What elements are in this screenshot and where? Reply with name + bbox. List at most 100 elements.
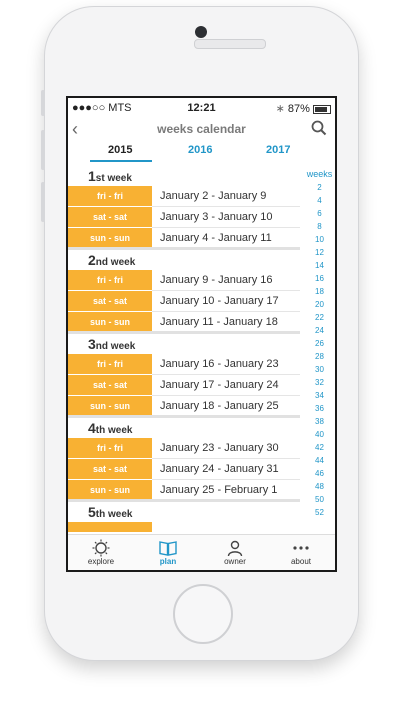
tab-plan[interactable]: plan [135, 535, 201, 566]
page-title: weeks calendar [157, 122, 246, 136]
list-item[interactable]: fri - fri January 16 - January 23 [68, 354, 304, 375]
tab-owner[interactable]: owner [202, 535, 268, 566]
list-item[interactable]: sat - sat January 24 - January 31 [68, 459, 304, 480]
week-index-number[interactable]: 36 [304, 402, 335, 415]
week-index-number[interactable]: 32 [304, 376, 335, 389]
screen: ●●●○○ MTS 12:21 ∗ 87% ‹ weeks calendar 2… [66, 96, 337, 572]
week-title: 4th week [88, 420, 133, 436]
list-item-partial[interactable] [68, 522, 304, 532]
side-button-volume-down [41, 182, 45, 222]
tab-2015[interactable]: 2015 [108, 144, 132, 156]
status-bar: ●●●○○ MTS 12:21 ∗ 87% [68, 98, 335, 118]
day-range-label: sat - sat [68, 459, 152, 479]
day-range-label: fri - fri [68, 354, 152, 374]
week-index-number[interactable]: 14 [304, 259, 335, 272]
year-tabs: 2015 2016 2017 [68, 144, 335, 164]
week-index-number[interactable]: 28 [304, 350, 335, 363]
date-range: January 11 - January 18 [160, 316, 278, 328]
day-range-label: sun - sun [68, 228, 152, 248]
week-index-number[interactable]: 26 [304, 337, 335, 350]
tab-label: plan [159, 557, 177, 566]
week-index-number[interactable]: 22 [304, 311, 335, 324]
list-item[interactable]: sat - sat January 10 - January 17 [68, 291, 304, 312]
week-title: 3nd week [88, 336, 136, 352]
day-range-label: fri - fri [68, 438, 152, 458]
date-range: January 18 - January 25 [160, 400, 279, 412]
week-index-number[interactable]: 4 [304, 194, 335, 207]
weeks-list[interactable]: 1st week fri - fri January 2 - January 9 … [68, 166, 304, 532]
week-index-number[interactable]: 12 [304, 246, 335, 259]
date-range: January 10 - January 17 [160, 295, 279, 307]
tab-label: owner [224, 557, 246, 566]
day-range-label: fri - fri [68, 186, 152, 206]
week-index-number[interactable]: 30 [304, 363, 335, 376]
date-range: January 16 - January 23 [160, 358, 279, 370]
date-range: January 4 - January 11 [160, 232, 272, 244]
day-range-label: sat - sat [68, 291, 152, 311]
book-icon [159, 541, 177, 556]
week-section: 2nd week fri - fri January 9 - January 16… [68, 250, 304, 334]
week-index-number[interactable]: 50 [304, 493, 335, 506]
day-range-label: sun - sun [68, 312, 152, 332]
date-range: January 24 - January 31 [160, 463, 279, 475]
tab-2016[interactable]: 2016 [188, 144, 212, 156]
day-range-label [68, 522, 152, 532]
list-item[interactable]: sun - sun January 18 - January 25 [68, 396, 304, 416]
tab-label: about [290, 557, 312, 566]
week-title: 5th week [88, 504, 133, 520]
week-index-number[interactable]: 46 [304, 467, 335, 480]
week-index-number[interactable]: 34 [304, 389, 335, 402]
bluetooth-icon: ∗ [275, 103, 285, 115]
list-item[interactable]: sat - sat January 17 - January 24 [68, 375, 304, 396]
date-range: January 2 - January 9 [160, 190, 267, 202]
week-index-number[interactable]: 48 [304, 480, 335, 493]
list-item[interactable]: fri - fri January 2 - January 9 [68, 186, 304, 207]
week-index-number[interactable]: 24 [304, 324, 335, 337]
tab-indicator [90, 160, 152, 162]
battery-icon [313, 104, 331, 114]
nav-bar: ‹ weeks calendar [68, 118, 335, 142]
week-index-number[interactable]: 52 [304, 506, 335, 519]
list-item[interactable]: sun - sun January 4 - January 11 [68, 228, 304, 248]
day-range-label: sat - sat [68, 207, 152, 227]
week-section: 4th week fri - fri January 23 - January 3… [68, 418, 304, 502]
week-index-number[interactable]: 44 [304, 454, 335, 467]
search-icon[interactable] [311, 120, 327, 136]
tab-label: explore [87, 557, 115, 566]
speaker [194, 39, 266, 49]
day-range-label: sat - sat [68, 375, 152, 395]
list-item[interactable]: sat - sat January 3 - January 10 [68, 207, 304, 228]
week-index-number[interactable]: 18 [304, 285, 335, 298]
week-index[interactable]: weeks 2 4 6 8 10 12 14 16 18 20 22 24 26 28 30 32 34 36 38… [304, 168, 335, 532]
week-index-number[interactable]: 20 [304, 298, 335, 311]
week-index-number[interactable]: 2 [304, 181, 335, 194]
front-camera [195, 26, 207, 38]
week-index-number[interactable]: 10 [304, 233, 335, 246]
user-icon [227, 540, 243, 557]
list-item[interactable]: sun - sun January 11 - January 18 [68, 312, 304, 332]
more-icon [293, 546, 309, 550]
date-range: January 23 - January 30 [160, 442, 279, 454]
list-item[interactable]: fri - fri January 9 - January 16 [68, 270, 304, 291]
tab-about[interactable]: about [268, 535, 334, 566]
day-range-label: fri - fri [68, 270, 152, 290]
battery-status: ∗ 87% [276, 102, 331, 115]
list-item[interactable]: sun - sun January 25 - February 1 [68, 480, 304, 500]
day-range-label: sun - sun [68, 396, 152, 416]
week-index-number[interactable]: 40 [304, 428, 335, 441]
list-item[interactable]: fri - fri January 23 - January 30 [68, 438, 304, 459]
week-index-number[interactable]: 38 [304, 415, 335, 428]
date-range: January 17 - January 24 [160, 379, 279, 391]
home-button[interactable] [173, 584, 233, 644]
date-range: January 25 - February 1 [160, 484, 278, 496]
side-button-top [41, 90, 45, 116]
week-index-number[interactable]: 6 [304, 207, 335, 220]
tab-explore[interactable]: explore [68, 535, 134, 566]
week-index-number[interactable]: 8 [304, 220, 335, 233]
tab-2017[interactable]: 2017 [266, 144, 290, 156]
week-title: 2nd week [88, 252, 136, 268]
week-section: 1st week fri - fri January 2 - January 9 … [68, 166, 304, 250]
date-range: January 3 - January 10 [160, 211, 273, 223]
week-index-number[interactable]: 16 [304, 272, 335, 285]
week-index-number[interactable]: 42 [304, 441, 335, 454]
